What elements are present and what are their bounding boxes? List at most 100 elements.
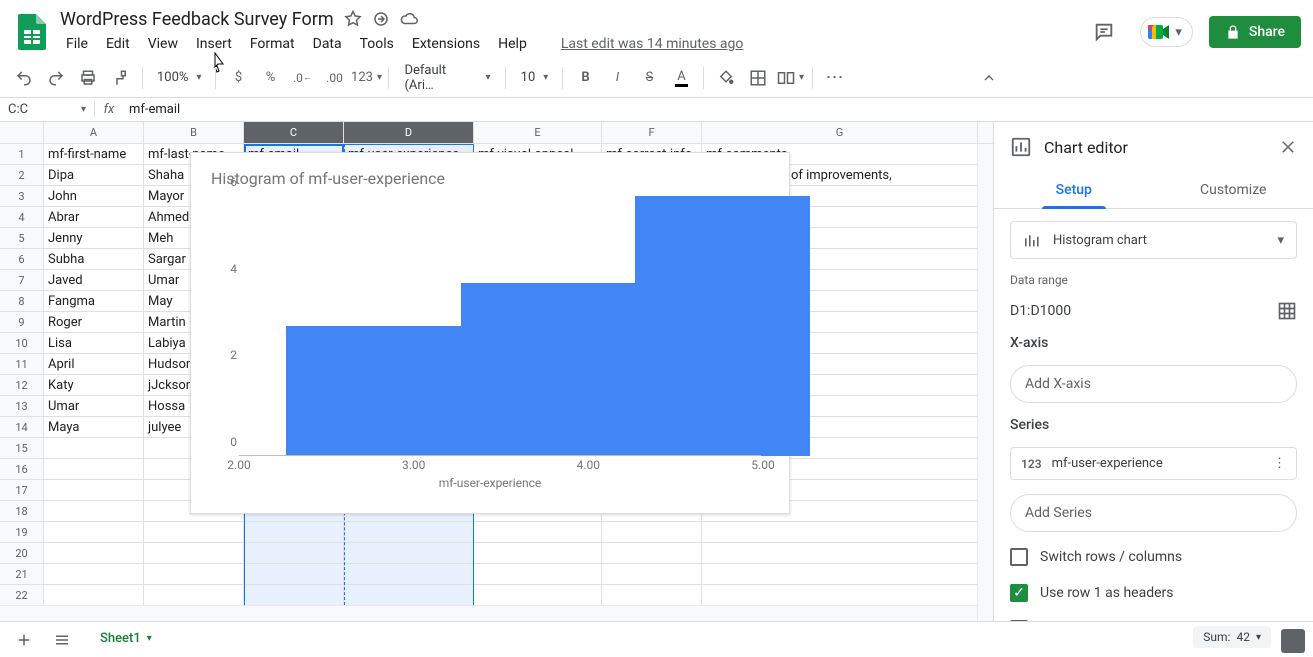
all-sheets-button[interactable] (48, 626, 76, 654)
row-header[interactable]: 13 (0, 396, 44, 417)
row-header[interactable]: 12 (0, 375, 44, 396)
menu-format[interactable]: Format (242, 32, 303, 56)
spreadsheet-grid[interactable]: A B C D E F G 1mf-first-namemf-last-name… (0, 122, 993, 621)
select-all-corner[interactable] (0, 122, 44, 144)
row-header[interactable]: 18 (0, 501, 44, 522)
increase-decimal-button[interactable]: .00 (320, 64, 348, 92)
cell[interactable] (44, 480, 144, 501)
col-header-d[interactable]: D (344, 122, 474, 143)
row-header[interactable]: 1 (0, 144, 44, 165)
cell[interactable] (344, 543, 474, 564)
star-icon[interactable] (344, 10, 362, 28)
col-header-a[interactable]: A (44, 122, 144, 143)
row-header[interactable]: 15 (0, 438, 44, 459)
row-header[interactable]: 4 (0, 207, 44, 228)
col-header-g[interactable]: G (702, 122, 978, 143)
row-header[interactable]: 22 (0, 585, 44, 606)
document-title[interactable]: WordPress Feedback Survey Form (60, 9, 334, 30)
cell[interactable]: Maya (44, 417, 144, 438)
cell[interactable] (344, 585, 474, 606)
col-header-c[interactable]: C (244, 122, 344, 143)
row-header[interactable]: 21 (0, 564, 44, 585)
menu-insert[interactable]: Insert (188, 32, 240, 56)
chart-overlay[interactable]: Histogram of mf-user-experience 0246 2.0… (190, 152, 790, 514)
undo-button[interactable] (10, 64, 38, 92)
percent-button[interactable]: % (256, 64, 284, 92)
add-series-button[interactable]: Add Series (1010, 494, 1297, 532)
cell[interactable] (44, 585, 144, 606)
use-row1-checkbox[interactable]: ✓ Use row 1 as headers (1010, 582, 1297, 604)
cell[interactable]: Subha (44, 249, 144, 270)
cell[interactable]: John (44, 186, 144, 207)
cell[interactable] (244, 543, 344, 564)
cell[interactable] (474, 543, 602, 564)
cell[interactable] (474, 585, 602, 606)
cell[interactable] (702, 585, 978, 606)
cell[interactable]: Javed (44, 270, 144, 291)
formula-input[interactable]: mf-email (123, 102, 1313, 117)
sheets-logo[interactable] (12, 12, 52, 52)
cell[interactable] (44, 501, 144, 522)
cell[interactable] (44, 438, 144, 459)
cell[interactable] (144, 585, 244, 606)
row-header[interactable]: 14 (0, 417, 44, 438)
cell[interactable]: Abrar (44, 207, 144, 228)
menu-file[interactable]: File (58, 32, 96, 56)
row-header[interactable]: 9 (0, 312, 44, 333)
chart-type-select[interactable]: Histogram chart ▾ (1010, 221, 1297, 259)
cell[interactable]: Lisa (44, 333, 144, 354)
cell[interactable]: Fangma (44, 291, 144, 312)
text-color-button[interactable]: A (667, 64, 695, 92)
tab-customize[interactable]: Customize (1154, 172, 1313, 208)
explore-button[interactable] (1281, 629, 1305, 653)
share-button[interactable]: Share (1209, 16, 1301, 48)
cell[interactable]: Umar (44, 396, 144, 417)
row-header[interactable]: 16 (0, 459, 44, 480)
status-chip[interactable]: Sum: 42 ▾ (1193, 626, 1271, 648)
cell[interactable] (244, 564, 344, 585)
col-header-e[interactable]: E (474, 122, 602, 143)
add-xaxis-button[interactable]: Add X-axis (1010, 365, 1297, 403)
cell[interactable] (344, 564, 474, 585)
cell[interactable] (44, 522, 144, 543)
row-header[interactable]: 20 (0, 543, 44, 564)
row-header[interactable]: 11 (0, 354, 44, 375)
cell[interactable]: Katy (44, 375, 144, 396)
redo-button[interactable] (42, 64, 70, 92)
borders-button[interactable] (744, 64, 772, 92)
cell[interactable] (474, 564, 602, 585)
switch-rows-checkbox[interactable]: Switch rows / columns (1010, 546, 1297, 568)
cloud-status-icon[interactable] (400, 10, 418, 28)
menu-view[interactable]: View (140, 32, 186, 56)
cell[interactable] (144, 564, 244, 585)
row-header[interactable]: 7 (0, 270, 44, 291)
currency-button[interactable]: $ (224, 64, 252, 92)
name-box[interactable]: C:C▾ (0, 102, 95, 117)
menu-extensions[interactable]: Extensions (404, 32, 488, 56)
cell[interactable] (474, 522, 602, 543)
cell[interactable]: April (44, 354, 144, 375)
col-header-b[interactable]: B (144, 122, 244, 143)
menu-data[interactable]: Data (305, 32, 350, 56)
zoom-select[interactable]: 100% (151, 70, 207, 85)
print-button[interactable] (74, 64, 102, 92)
italic-button[interactable]: I (603, 64, 631, 92)
cell[interactable] (602, 564, 702, 585)
fill-color-button[interactable] (712, 64, 740, 92)
collapse-toolbar-button[interactable] (975, 64, 1003, 92)
cell[interactable]: mf-first-name (44, 144, 144, 165)
row-header[interactable]: 10 (0, 333, 44, 354)
last-edit-link[interactable]: Last edit was 14 minutes ago (561, 36, 744, 52)
row-header[interactable]: 8 (0, 291, 44, 312)
cell[interactable]: Roger (44, 312, 144, 333)
cell[interactable]: Dipa (44, 165, 144, 186)
select-range-icon[interactable] (1277, 301, 1297, 321)
meet-button[interactable]: ▾ (1140, 17, 1193, 47)
cell[interactable] (602, 543, 702, 564)
row-header[interactable]: 17 (0, 480, 44, 501)
row-header[interactable]: 6 (0, 249, 44, 270)
number-format-select[interactable]: 123 (352, 64, 380, 92)
sheet-tab-1[interactable]: Sheet1▾ (86, 625, 166, 654)
merge-button[interactable] (776, 64, 804, 92)
add-sheet-button[interactable] (10, 626, 38, 654)
